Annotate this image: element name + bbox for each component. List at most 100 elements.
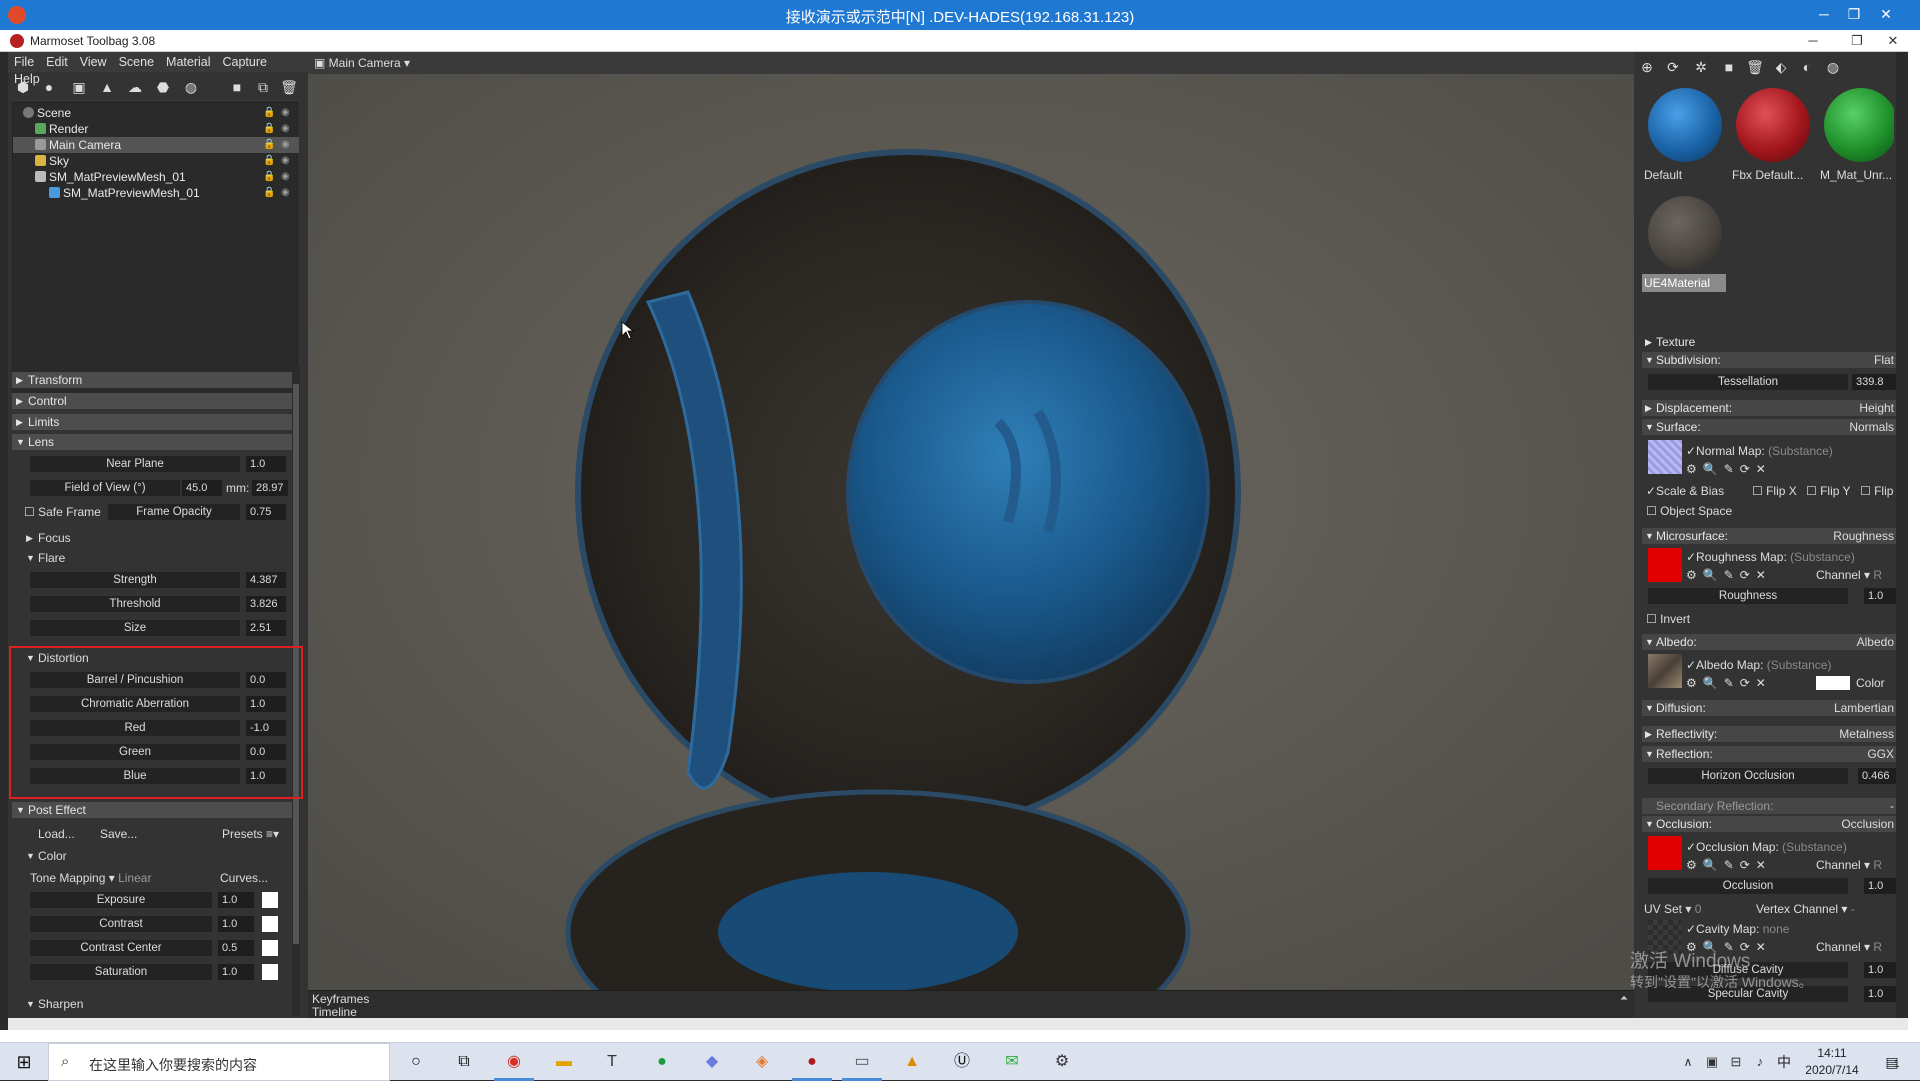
app-minimize-button[interactable]: ─ bbox=[1800, 30, 1826, 52]
material-folder-icon[interactable]: ■ bbox=[1720, 58, 1738, 76]
action-center-icon[interactable]: ▤ bbox=[1880, 1051, 1904, 1073]
contrast-center-swatch[interactable] bbox=[262, 940, 278, 956]
add-material-icon[interactable]: ⊕ bbox=[1638, 58, 1656, 76]
occlusion-slider[interactable]: Occlusion bbox=[1648, 878, 1848, 894]
albedo-color-swatch[interactable] bbox=[1816, 676, 1850, 690]
threshold-slider[interactable]: Threshold bbox=[30, 596, 240, 612]
section-reflection[interactable]: ▼ Reflection: GGX bbox=[1642, 746, 1896, 762]
add-turntable-icon[interactable]: ⬣ bbox=[154, 78, 172, 96]
subsection-color[interactable]: ▼ Color bbox=[26, 848, 67, 864]
vertex-channel-dropdown[interactable]: Vertex Channel ▾ - bbox=[1756, 902, 1855, 916]
section-lens[interactable]: ▼ Lens bbox=[12, 434, 292, 450]
tree-item-submesh[interactable]: SM_MatPreviewMesh_01 🔒 ◉ bbox=[13, 185, 299, 201]
save-button[interactable]: Save... bbox=[100, 827, 137, 841]
material-compass-icon[interactable]: ◍ bbox=[1824, 58, 1842, 76]
section-value[interactable]: Height bbox=[1859, 400, 1894, 416]
unreal-engine-icon[interactable]: Ⓤ bbox=[950, 1051, 974, 1073]
delete-icon[interactable]: 🗑 bbox=[280, 78, 298, 96]
eye-icon[interactable]: ◉ bbox=[281, 185, 290, 201]
section-post-effect[interactable]: ▼ Post Effect bbox=[12, 802, 292, 818]
chrome-icon[interactable]: ◉ bbox=[502, 1051, 526, 1073]
tone-mapping-dropdown[interactable]: Tone Mapping ▾ Linear bbox=[30, 871, 151, 885]
size-slider[interactable]: Size bbox=[30, 620, 240, 636]
wechat-icon[interactable]: ✉ bbox=[1000, 1051, 1024, 1073]
pick-material-icon[interactable]: ◐ bbox=[1798, 58, 1816, 76]
assign-material-icon[interactable]: ⬖ bbox=[1772, 58, 1790, 76]
albedo-map-thumbnail[interactable] bbox=[1648, 654, 1682, 688]
section-reflectivity[interactable]: ▶ Reflectivity: Metalness bbox=[1642, 726, 1896, 742]
scale-bias-checkbox[interactable]: ✓Scale & Bias bbox=[1646, 484, 1724, 498]
cloud-app-icon[interactable]: ◆ bbox=[700, 1051, 724, 1073]
text-app-icon[interactable]: T bbox=[600, 1051, 624, 1073]
delete-material-icon[interactable]: 🗑 bbox=[1746, 58, 1764, 76]
roughness-channel-dropdown[interactable]: Channel ▾ R bbox=[1816, 568, 1882, 582]
contrast-center-slider[interactable]: Contrast Center bbox=[30, 940, 212, 956]
lock-icon[interactable]: 🔒 bbox=[263, 121, 275, 137]
task-view-icon[interactable]: ⧉ bbox=[452, 1051, 476, 1073]
add-fog-icon[interactable]: ☁ bbox=[126, 78, 144, 96]
network-icon[interactable]: ⊟ bbox=[1724, 1051, 1748, 1073]
section-surface[interactable]: ▼ Surface: Normals bbox=[1642, 419, 1896, 435]
albedo-map-tools[interactable]: ⚙🔍✎⟳✕ bbox=[1686, 676, 1772, 690]
normal-map-thumbnail[interactable] bbox=[1648, 440, 1682, 474]
load-button[interactable]: Load... bbox=[38, 827, 75, 841]
section-value[interactable]: Roughness bbox=[1833, 528, 1894, 544]
contrast-swatch[interactable] bbox=[262, 916, 278, 932]
occlusion-map-label[interactable]: ✓Occlusion Map: (Substance) bbox=[1686, 840, 1847, 854]
timeline-label[interactable]: Timeline bbox=[312, 1005, 357, 1019]
taskbar-clock[interactable]: 14:11 2020/7/14 bbox=[1798, 1045, 1866, 1079]
green-app-icon[interactable]: ● bbox=[650, 1051, 674, 1073]
roughness-map-label[interactable]: ✓Roughness Map: (Substance) bbox=[1686, 550, 1855, 564]
menu-material[interactable]: Material bbox=[160, 52, 216, 69]
eye-icon[interactable]: ◉ bbox=[281, 153, 290, 169]
contrast-center-value[interactable]: 0.5 bbox=[218, 940, 254, 956]
size-value[interactable]: 2.51 bbox=[246, 620, 286, 636]
tree-item-mesh[interactable]: SM_MatPreviewMesh_01 🔒 ◉ bbox=[13, 169, 299, 185]
normal-map-tools[interactable]: ⚙🔍✎⟳✕ bbox=[1686, 462, 1772, 476]
frame-opacity-slider[interactable]: Frame Opacity bbox=[108, 504, 240, 520]
section-value[interactable]: Lambertian bbox=[1834, 700, 1894, 716]
section-diffusion[interactable]: ▼ Diffusion: Lambertian bbox=[1642, 700, 1896, 716]
add-mesh-icon[interactable]: ⬢ bbox=[14, 78, 32, 96]
tree-item-scene[interactable]: Scene 🔒 ◉ bbox=[13, 105, 299, 121]
volume-icon[interactable]: ♪ bbox=[1748, 1051, 1772, 1073]
cortana-icon[interactable]: ○ bbox=[404, 1051, 428, 1073]
section-value[interactable]: - bbox=[1890, 798, 1894, 814]
duplicate-material-icon[interactable]: ⟳ bbox=[1664, 58, 1682, 76]
presets-button[interactable]: Presets ≡▾ bbox=[222, 827, 279, 841]
material-ue4[interactable]: UE4Material bbox=[1642, 190, 1726, 294]
settings-icon[interactable]: ⚙ bbox=[1050, 1051, 1074, 1073]
section-microsurface[interactable]: ▼ Microsurface: Roughness bbox=[1642, 528, 1896, 544]
section-value[interactable]: Occlusion bbox=[1841, 816, 1894, 832]
tree-item-main-camera[interactable]: Main Camera 🔒 ◉ bbox=[13, 137, 299, 153]
flip-y-checkbox[interactable]: ☐ Flip Y bbox=[1806, 484, 1851, 498]
strength-slider[interactable]: Strength bbox=[30, 572, 240, 588]
diffuse-cavity-value[interactable]: 1.0 bbox=[1864, 962, 1896, 978]
marmoset-taskbar-icon[interactable]: ● bbox=[800, 1051, 824, 1073]
section-transform[interactable]: ▶ Transform bbox=[12, 372, 292, 388]
material-m-mat[interactable]: M_Mat_Unr... bbox=[1818, 82, 1894, 186]
section-secondary-reflection[interactable]: Secondary Reflection: - bbox=[1642, 798, 1896, 814]
tessellation-slider[interactable]: Tessellation bbox=[1648, 374, 1848, 390]
near-plane-slider[interactable]: Near Plane bbox=[30, 456, 240, 472]
lock-icon[interactable]: 🔒 bbox=[263, 153, 275, 169]
app-close-button[interactable]: ✕ bbox=[1880, 30, 1906, 52]
contrast-value[interactable]: 1.0 bbox=[218, 916, 254, 932]
horizon-occlusion-slider[interactable]: Horizon Occlusion bbox=[1648, 768, 1848, 784]
section-displacement[interactable]: ▶ Displacement: Height bbox=[1642, 400, 1896, 416]
section-texture[interactable]: ▶ Texture bbox=[1642, 334, 1896, 350]
section-limits[interactable]: ▶ Limits bbox=[12, 414, 292, 430]
tree-item-sky[interactable]: Sky 🔒 ◉ bbox=[13, 153, 299, 169]
add-shadow-catcher-icon[interactable]: ▲ bbox=[98, 78, 116, 96]
windows-start-icon[interactable]: ⊞ bbox=[12, 1051, 36, 1073]
colorful-app-icon[interactable]: ◈ bbox=[750, 1051, 774, 1073]
cavity-channel-dropdown[interactable]: Channel ▾ R bbox=[1816, 940, 1882, 954]
material-grid-icon[interactable]: ✲ bbox=[1692, 58, 1710, 76]
cavity-map-label[interactable]: ✓Cavity Map: none bbox=[1686, 922, 1789, 936]
lock-icon[interactable]: 🔒 bbox=[263, 169, 275, 185]
3d-viewport[interactable]: ▣ Main Camera ▾ ⚙ ✎ bbox=[308, 52, 1634, 990]
normal-map-label[interactable]: ✓Normal Map: (Substance) bbox=[1686, 444, 1833, 458]
occlusion-channel-dropdown[interactable]: Channel ▾ R bbox=[1816, 858, 1882, 872]
saturation-slider[interactable]: Saturation bbox=[30, 964, 212, 980]
section-albedo[interactable]: ▼ Albedo: Albedo bbox=[1642, 634, 1896, 650]
